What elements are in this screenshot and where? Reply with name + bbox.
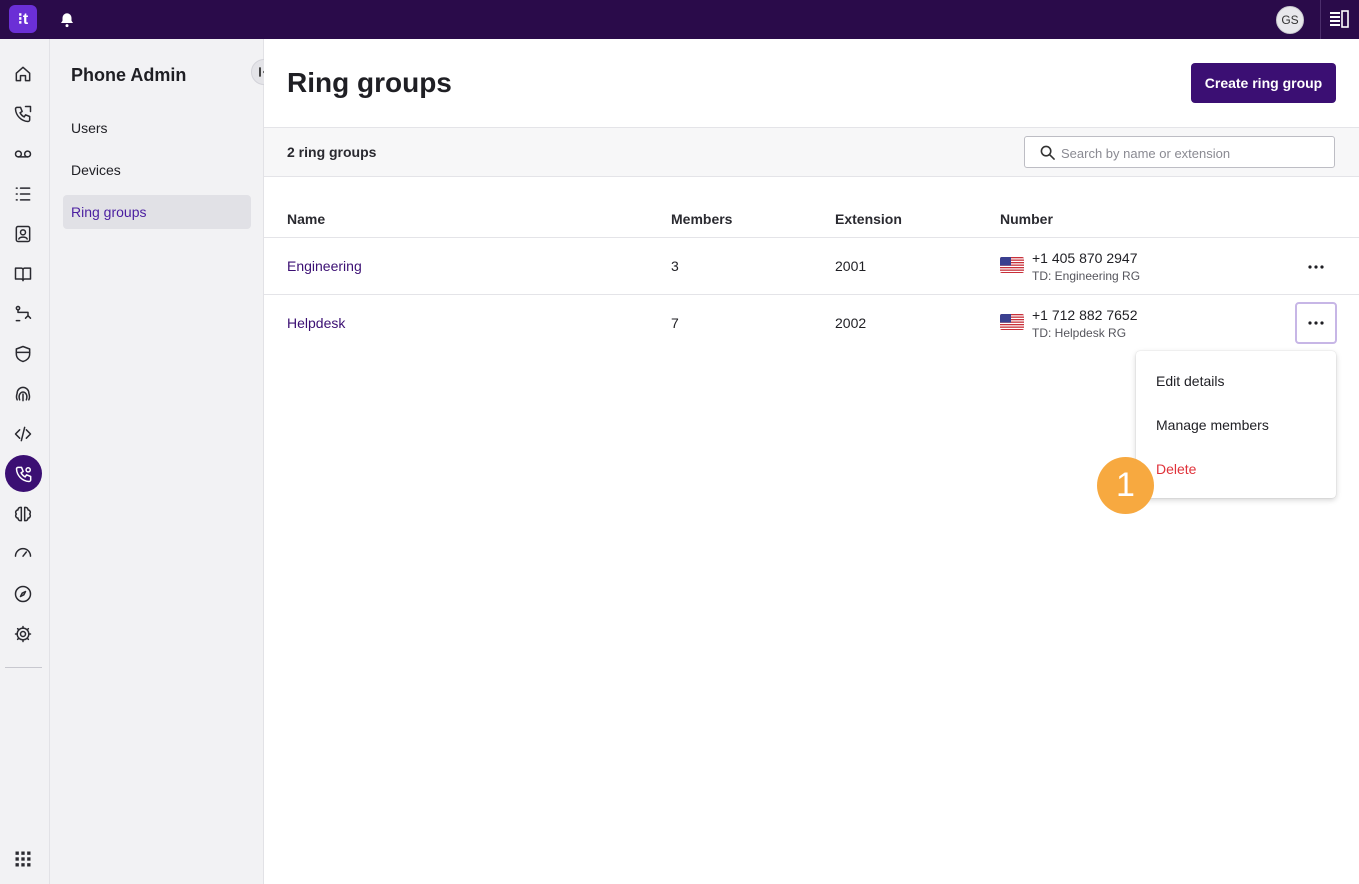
app-rail	[0, 39, 50, 884]
sidebar-item-devices[interactable]: Devices	[63, 153, 251, 187]
us-flag-icon	[1000, 314, 1024, 330]
phone-calls-icon[interactable]	[11, 102, 35, 126]
gear-icon[interactable]	[11, 622, 35, 646]
phone-admin-icon[interactable]	[5, 455, 42, 492]
menu-item-delete[interactable]: Delete	[1156, 461, 1196, 477]
bell-icon[interactable]	[58, 11, 76, 29]
search-box[interactable]	[1024, 136, 1335, 168]
sidebar-item-ring-groups[interactable]: Ring groups	[63, 195, 251, 229]
page-title: Ring groups	[287, 67, 452, 98]
more-icon	[1308, 321, 1324, 325]
main-content: Ring groups Create ring group 2 ring gro…	[264, 39, 1359, 884]
compass-icon[interactable]	[11, 582, 35, 606]
column-header-members: Members	[671, 211, 733, 227]
column-header-number: Number	[1000, 211, 1053, 227]
ring-group-name-link[interactable]: Engineering	[287, 258, 362, 274]
extension-value: 2002	[835, 315, 867, 331]
fingerprint-icon[interactable]	[11, 382, 35, 406]
list-toolbar: 2 ring groups	[264, 127, 1359, 177]
app-logo[interactable]: ⁝t	[9, 5, 37, 33]
contacts-icon[interactable]	[11, 222, 35, 246]
members-count: 3	[671, 258, 679, 274]
column-header-name: Name	[287, 211, 326, 227]
voicemail-icon[interactable]	[11, 142, 35, 166]
sidebar-item-users[interactable]: Users	[63, 111, 251, 145]
search-icon	[1040, 145, 1055, 160]
table-row: Helpdesk 7 2002 +1 712 882 7652 TD: Help…	[264, 295, 1359, 352]
speedometer-icon[interactable]	[11, 540, 35, 564]
row-actions-button[interactable]	[1295, 302, 1337, 344]
queue-list-icon[interactable]	[11, 182, 35, 206]
column-header-extension: Extension	[835, 211, 902, 227]
topbar-divider	[1320, 0, 1321, 39]
us-flag-icon	[1000, 257, 1024, 273]
home-icon[interactable]	[11, 62, 35, 86]
phone-number-label: TD: Engineering RG	[1032, 269, 1141, 283]
search-input[interactable]	[1061, 143, 1326, 163]
menu-item-manage-members[interactable]: Manage members	[1156, 417, 1269, 433]
menu-item-edit-details[interactable]: Edit details	[1156, 373, 1224, 389]
user-avatar[interactable]: GS	[1276, 6, 1304, 34]
code-icon[interactable]	[11, 422, 35, 446]
brain-icon[interactable]	[11, 502, 35, 526]
phone-number: +1 405 870 2947	[1032, 250, 1138, 266]
top-bar: ⁝t GS	[0, 0, 1359, 39]
app-grid-icon[interactable]	[11, 847, 35, 871]
section-sidebar: Phone Admin Users Devices Ring groups	[50, 39, 277, 884]
members-count: 7	[671, 315, 679, 331]
more-icon	[1308, 265, 1324, 269]
row-actions-menu: Edit details Manage members Delete	[1136, 351, 1336, 498]
step-badge: 1	[1097, 457, 1154, 514]
side-panel-icon[interactable]	[1329, 10, 1349, 28]
routing-icon[interactable]	[11, 302, 35, 326]
ring-group-name-link[interactable]: Helpdesk	[287, 315, 345, 331]
row-actions-button[interactable]	[1295, 246, 1337, 288]
rail-divider	[5, 667, 42, 668]
table-row: Engineering 3 2001 +1 405 870 2947 TD: E…	[264, 238, 1359, 295]
phone-number: +1 712 882 7652	[1032, 307, 1138, 323]
sidebar-title: Phone Admin	[71, 65, 187, 85]
result-count: 2 ring groups	[287, 144, 377, 160]
phone-number-label: TD: Helpdesk RG	[1032, 326, 1127, 340]
shield-icon[interactable]	[11, 342, 35, 366]
book-icon[interactable]	[11, 262, 35, 286]
extension-value: 2001	[835, 258, 867, 274]
create-ring-group-button[interactable]: Create ring group	[1191, 63, 1336, 103]
